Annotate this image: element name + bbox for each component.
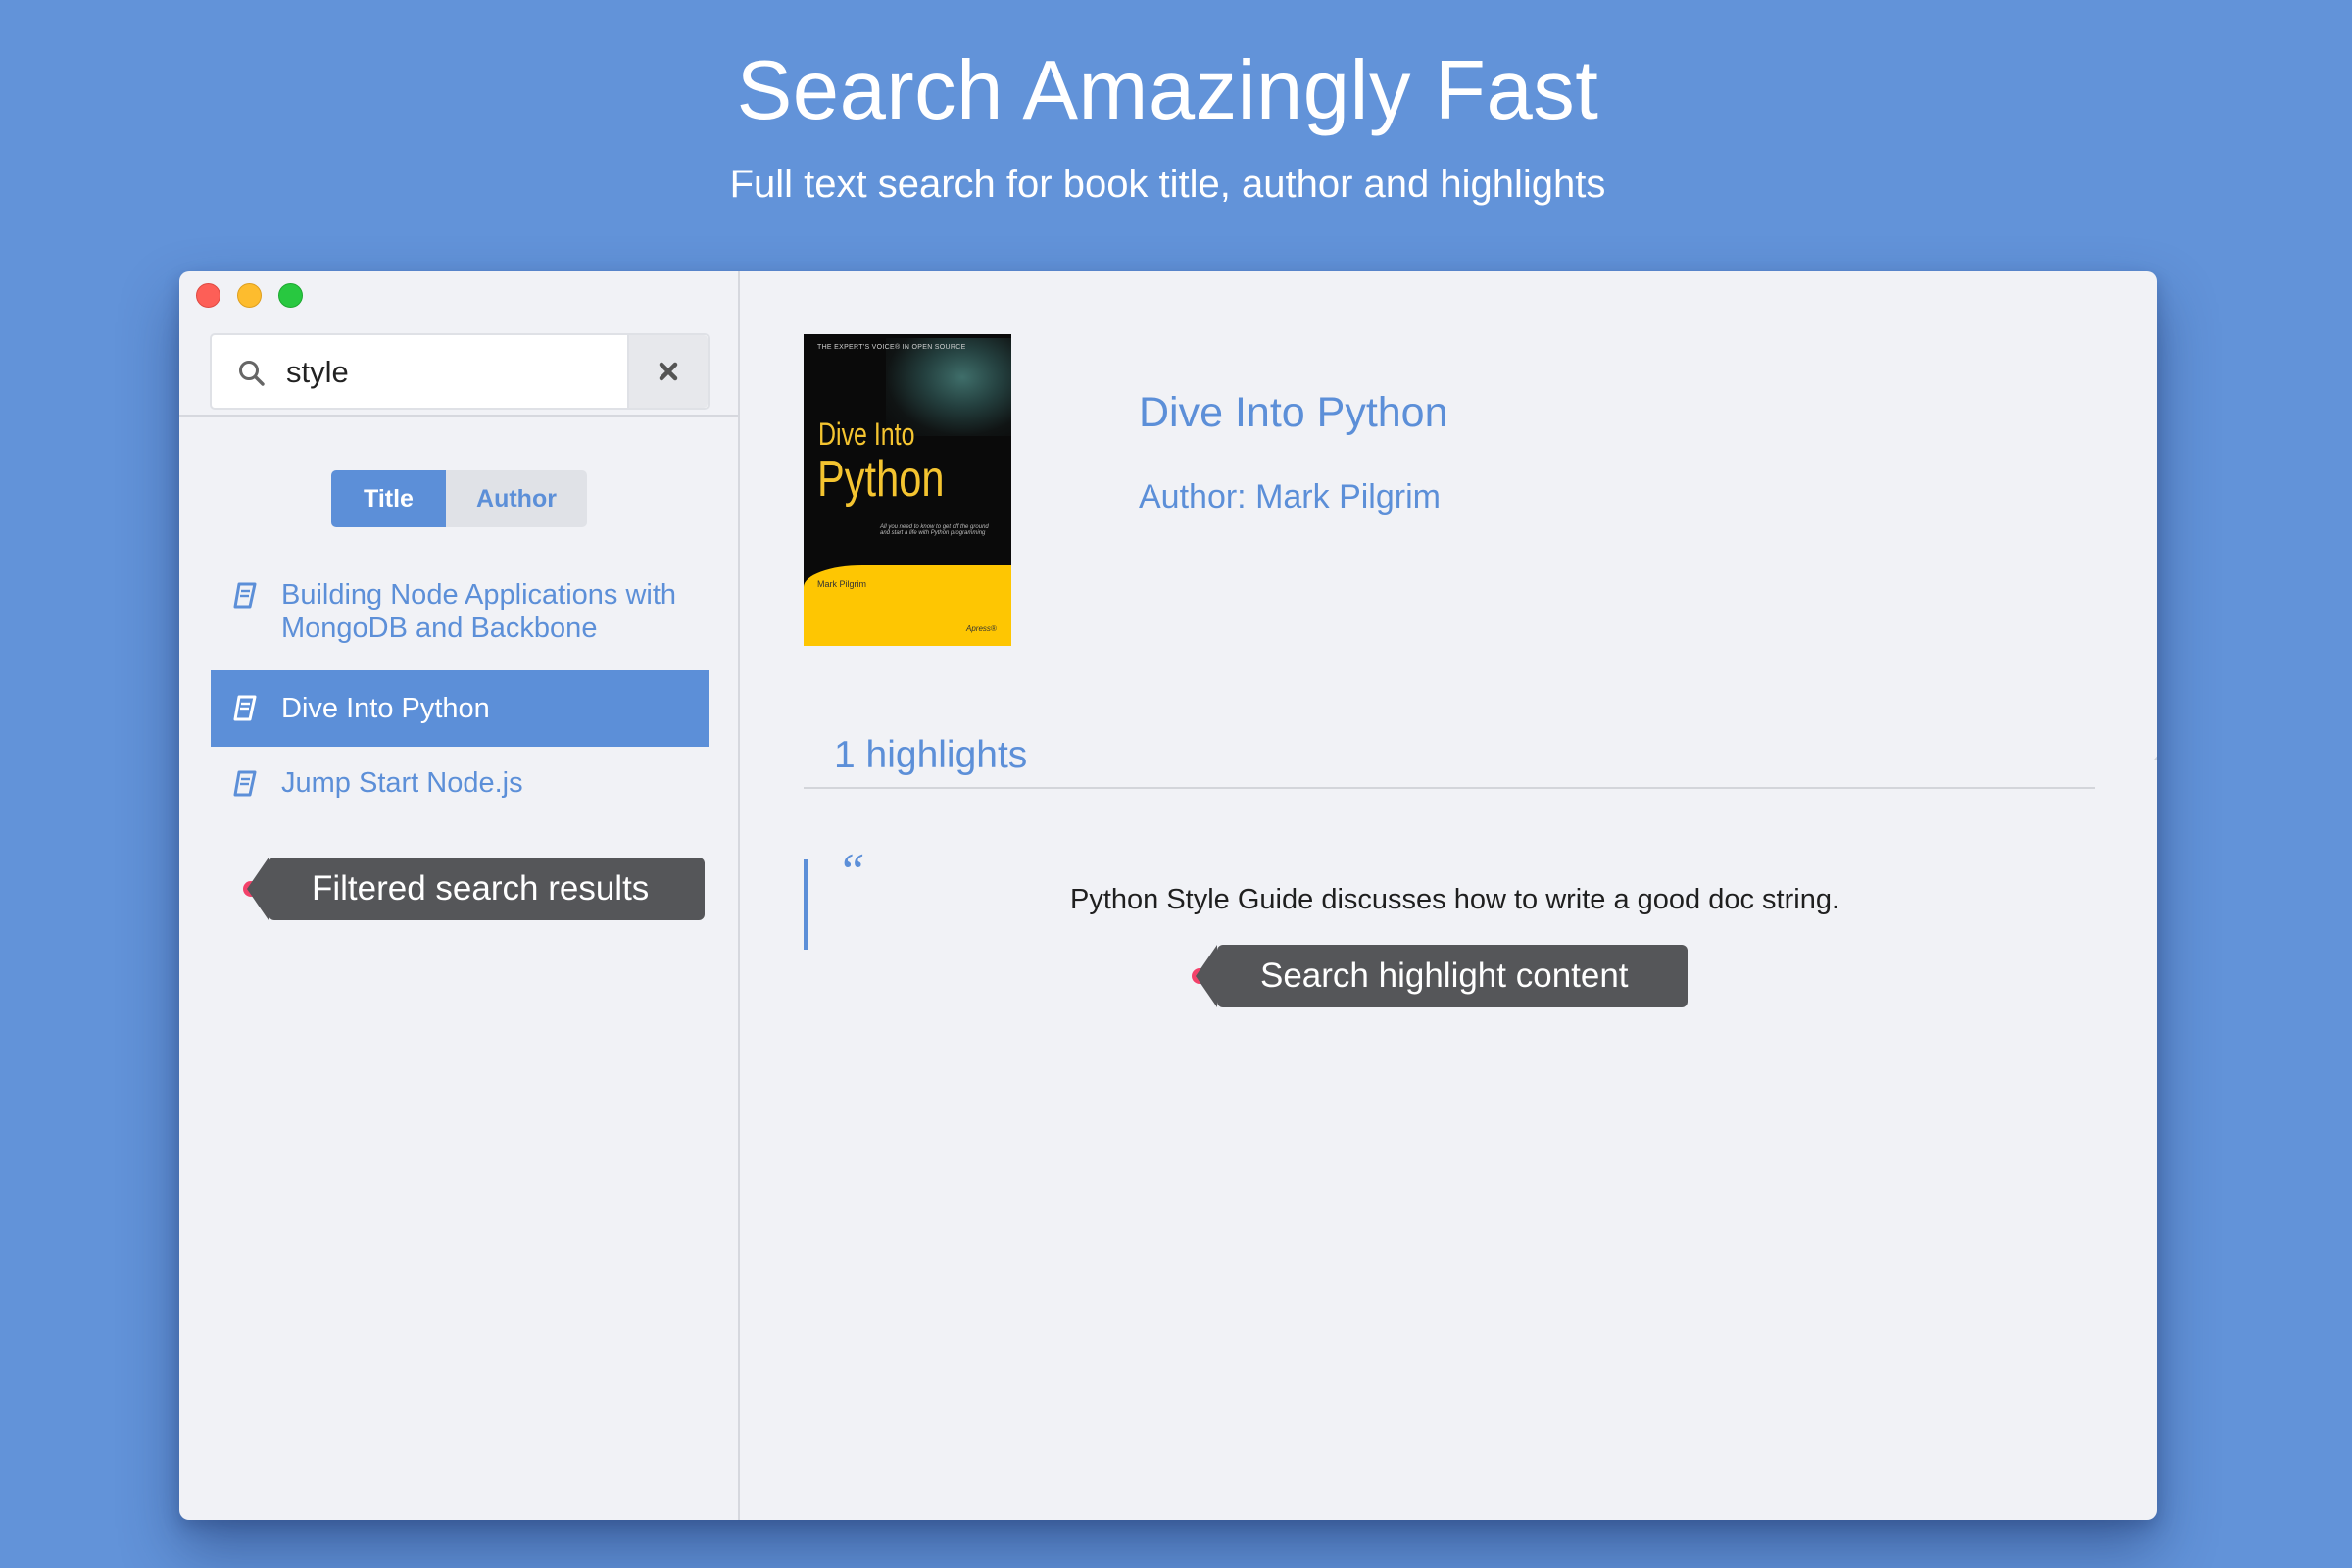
highlight-text: Python Style Guide discusses how to writ… [1070, 884, 1840, 915]
annotation-text: Search highlight content [1260, 956, 1629, 995]
filter-tab-author[interactable]: Author [446, 470, 587, 527]
cover-series: THE EXPERT'S VOICE® IN OPEN SOURCE [817, 344, 966, 351]
clear-search-button[interactable] [627, 335, 708, 408]
result-item-selected[interactable]: Dive Into Python [211, 670, 709, 747]
book-icon [233, 582, 257, 609]
book-icon [233, 770, 257, 797]
search-input[interactable] [286, 347, 610, 398]
book-author: Author: Mark Pilgrim [1139, 478, 1441, 515]
app-window: Title Author Building Node Applications … [179, 271, 2157, 1520]
filter-tab-title[interactable]: Title [331, 470, 446, 527]
hero-title: Search Amazingly Fast [736, 44, 1599, 137]
book-title: Dive Into Python [1139, 389, 1448, 436]
sidebar: Title Author Building Node Applications … [179, 271, 740, 1520]
result-title: Dive Into Python [281, 693, 490, 724]
filter-segmented-control: Title Author [331, 470, 587, 527]
quote-bar [804, 859, 808, 950]
close-icon [659, 362, 678, 381]
quote-icon: “ [837, 844, 865, 900]
result-item[interactable]: Building Node Applications with MongoDB … [211, 578, 709, 645]
annotation-tooltip-highlight: Search highlight content [1196, 945, 1688, 1007]
cover-band [804, 565, 1011, 646]
cover-publisher: Apress® [966, 624, 997, 633]
cover-title-line1: Dive Into [818, 416, 915, 452]
cover-tagline: All you need to know to get off the grou… [880, 524, 989, 536]
detail-pane: THE EXPERT'S VOICE® IN OPEN SOURCE Dive … [742, 271, 2157, 1520]
result-title: Building Node Applications with MongoDB … [281, 579, 677, 644]
result-title: Jump Start Node.js [281, 767, 523, 799]
book-cover: THE EXPERT'S VOICE® IN OPEN SOURCE Dive … [804, 334, 1011, 646]
search-icon [239, 361, 265, 386]
annotation-tooltip-filtered: Filtered search results [247, 858, 705, 920]
sidebar-divider [179, 415, 740, 416]
search-box [210, 333, 710, 410]
hero-subtitle: Full text search for book title, author … [729, 163, 1606, 206]
result-item[interactable]: Jump Start Node.js [211, 766, 709, 800]
annotation-text: Filtered search results [312, 869, 650, 907]
highlights-count: 1 highlights [834, 734, 1028, 776]
cover-title-line2: Python [817, 451, 945, 508]
highlights-divider [804, 787, 2095, 789]
book-icon [233, 695, 257, 721]
cover-author: Mark Pilgrim [817, 579, 867, 589]
pin-icon[interactable] [2151, 736, 2157, 779]
